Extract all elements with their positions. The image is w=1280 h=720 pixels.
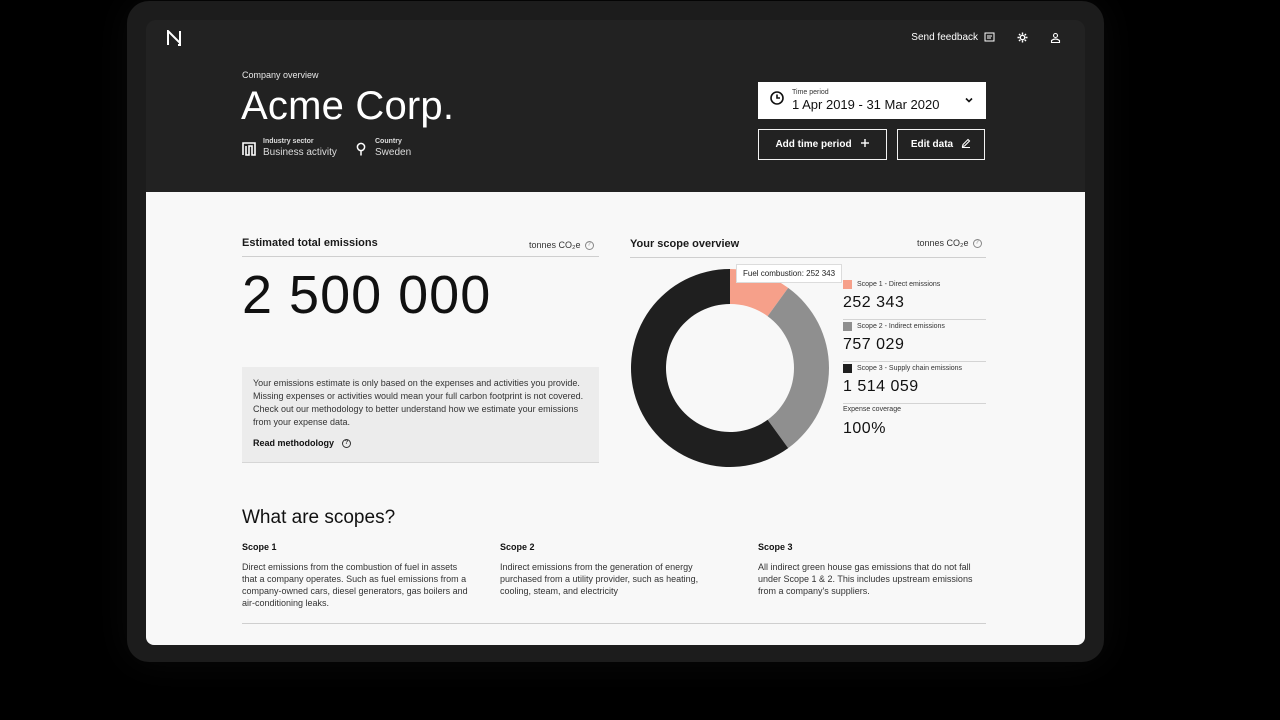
industry-sector-value: Business activity: [263, 147, 337, 158]
total-units: tonnes CO₂e ?: [529, 240, 594, 250]
company-overview-label: Company overview: [242, 70, 319, 80]
feedback-icon: [984, 32, 995, 43]
scope-2-title: Scope 2: [500, 542, 535, 552]
scope-3-info: Scope 3 All indirect green house gas emi…: [758, 542, 988, 597]
pencil-icon: [961, 138, 971, 151]
industry-sector: Industry sector Business activity: [242, 138, 337, 158]
divider: [242, 256, 599, 257]
scope-3-title: Scope 3: [758, 542, 793, 552]
main-content: Estimated total emissions tonnes CO₂e ? …: [146, 192, 1085, 645]
divider: [630, 257, 986, 258]
legend-label: Scope 1 - Direct emissions: [843, 280, 940, 289]
send-feedback-label: Send feedback: [911, 32, 978, 43]
legend-item-coverage: Expense coverage 100%: [843, 404, 986, 446]
divider: [242, 623, 986, 624]
methodology-info-text: Your emissions estimate is only based on…: [253, 378, 584, 427]
company-name: Acme Corp.: [241, 84, 455, 128]
methodology-info-box: Your emissions estimate is only based on…: [242, 367, 599, 463]
legend-scope-3-label: Scope 3 - Supply chain emissions: [857, 365, 963, 372]
scope-units-label: tonnes CO₂e: [917, 238, 969, 248]
user-icon[interactable]: [1050, 32, 1061, 44]
header: Send feedback Company overview Acme Corp…: [146, 20, 1085, 192]
add-time-period-button[interactable]: Add time period: [758, 129, 887, 160]
chevron-down-icon: [964, 92, 974, 110]
donut-tooltip: Fuel combustion: 252 343: [736, 264, 843, 283]
scope-1-text: Direct emissions from the combustion of …: [242, 562, 468, 608]
legend-item-scope-2: Scope 2 - Indirect emissions 757 029: [843, 320, 986, 362]
add-time-period-label: Add time period: [775, 139, 852, 150]
read-methodology-label: Read methodology: [253, 438, 335, 448]
legend-label: Scope 2 - Indirect emissions: [843, 322, 945, 331]
total-emissions-value: 2 500 000: [242, 265, 492, 325]
legend-item-scope-1: Scope 1 - Direct emissions 252 343: [843, 278, 986, 320]
plus-icon: [860, 138, 870, 151]
legend-scope-2-value: 757 029: [843, 336, 905, 353]
logo-icon[interactable]: [166, 28, 182, 46]
country-label: Country: [375, 138, 402, 145]
legend-swatch: [843, 364, 852, 373]
scope-1-info: Scope 1 Direct emissions from the combus…: [242, 542, 472, 609]
scope-2-info: Scope 2 Indirect emissions from the gene…: [500, 542, 730, 597]
help-icon[interactable]: ?: [584, 240, 594, 250]
help-icon[interactable]: ?: [972, 238, 982, 248]
total-emissions-title: Estimated total emissions: [242, 237, 378, 249]
time-period-label: Time period: [792, 89, 829, 96]
time-period-value: 1 Apr 2019 - 31 Mar 2020: [792, 97, 940, 112]
app-window: Send feedback Company overview Acme Corp…: [146, 20, 1085, 645]
legend-label: Expense coverage: [843, 406, 901, 413]
device-frame: Send feedback Company overview Acme Corp…: [127, 1, 1104, 662]
legend-swatch: [843, 322, 852, 331]
expense-coverage-label: Expense coverage: [843, 406, 901, 413]
legend-swatch: [843, 280, 852, 289]
legend-label: Scope 3 - Supply chain emissions: [843, 364, 962, 373]
edit-data-label: Edit data: [910, 139, 954, 150]
gear-icon[interactable]: [1017, 32, 1028, 43]
what-are-scopes-title: What are scopes?: [242, 507, 396, 528]
legend-scope-1-label: Scope 1 - Direct emissions: [857, 281, 941, 288]
country-value: Sweden: [375, 147, 412, 158]
send-feedback-button[interactable]: Send feedback: [911, 32, 995, 43]
scope-2-text: Indirect emissions from the generation o…: [500, 562, 699, 596]
location-pin-icon: [354, 142, 368, 156]
read-methodology-link[interactable]: Read methodology ?: [253, 438, 588, 448]
legend-scope-2-label: Scope 2 - Indirect emissions: [857, 323, 945, 330]
scope-overview-title: Your scope overview: [630, 238, 740, 250]
edit-data-button[interactable]: Edit data: [897, 129, 985, 160]
legend-item-scope-3: Scope 3 - Supply chain emissions 1 514 0…: [843, 362, 986, 404]
scope-units: tonnes CO₂e ?: [917, 238, 982, 248]
industry-sector-label: Industry sector: [263, 138, 314, 145]
scope-donut-chart[interactable]: [630, 268, 830, 468]
country: Country Sweden: [354, 138, 411, 158]
donut-slice-scope-2[interactable]: [767, 287, 829, 449]
scope-1-title: Scope 1: [242, 542, 277, 552]
building-icon: [242, 142, 256, 156]
expense-coverage-value: 100%: [843, 420, 886, 437]
time-period-select[interactable]: Time period 1 Apr 2019 - 31 Mar 2020: [758, 82, 986, 119]
top-actions: Send feedback: [911, 32, 1061, 44]
legend-scope-3-value: 1 514 059: [843, 378, 919, 395]
total-units-label: tonnes CO₂e: [529, 240, 581, 250]
clock-icon: [770, 91, 784, 110]
scope-3-text: All indirect green house gas emissions t…: [758, 562, 973, 596]
scope-legend: Scope 1 - Direct emissions 252 343 Scope…: [843, 278, 986, 446]
help-icon: ?: [342, 438, 352, 448]
legend-scope-1-value: 252 343: [843, 294, 905, 311]
